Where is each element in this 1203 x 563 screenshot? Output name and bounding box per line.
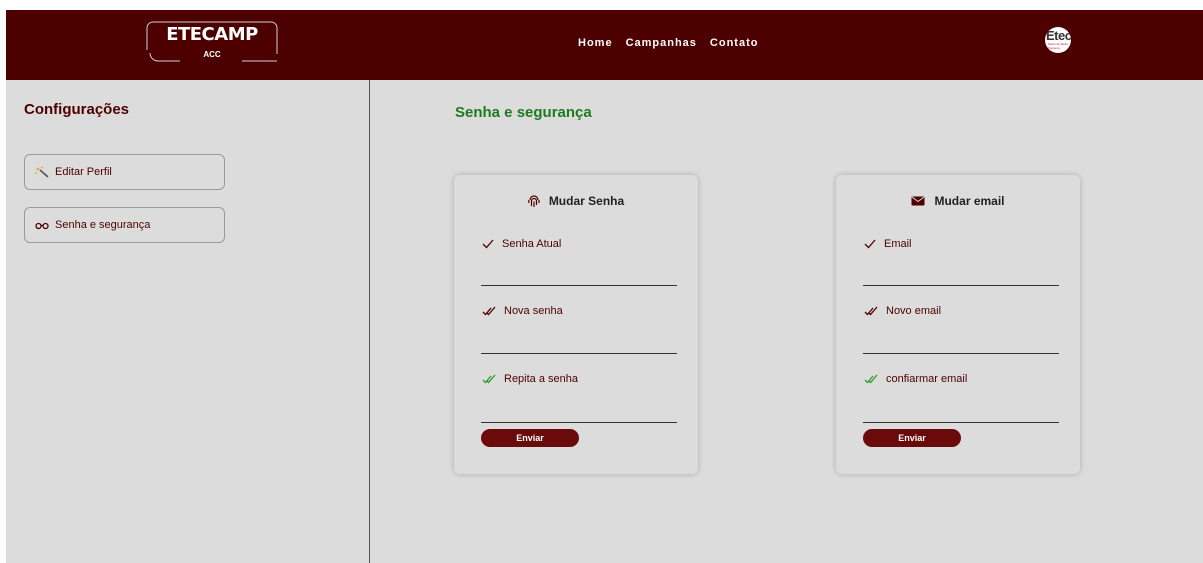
field-label-novo-email: Novo email [864,305,941,317]
etec-logo-avatar[interactable]: Etec Saulo de Mello Fonseca [1045,27,1071,53]
logo[interactable]: ETECAMP ACC [145,20,279,65]
nav-home[interactable]: Home [578,37,613,49]
change-password-card: Mudar Senha Senha Atual Nova senha Repit… [454,175,698,474]
double-check-icon [864,306,878,316]
send-email-button[interactable]: Enviar [863,429,961,447]
field-label-text: Novo email [886,305,942,317]
page-title: Senha e segurança [455,104,592,121]
etec-logo-text: Etec [1046,28,1071,43]
fingerprint-icon [527,194,540,207]
sidebar-item-label: Senha e segurança [55,219,151,231]
main-nav: Home Campanhas Contato [578,37,758,49]
field-label-repita-senha: Repita a senha [482,373,578,385]
sidebar-item-editar-perfil[interactable]: Editar Perfil [24,154,225,190]
current-password-input[interactable] [481,262,677,286]
field-label-text: confiarmar email [886,373,968,385]
check-icon [864,239,876,249]
field-label-text: Nova senha [504,305,563,317]
new-password-input[interactable] [481,330,677,354]
double-check-icon [482,306,496,316]
sidebar-title: Configurações [24,101,130,118]
etec-logo-subtext: Saulo de Mello Fonseca [1048,42,1068,50]
card-title: Mudar Senha [548,194,625,208]
current-email-input[interactable] [863,262,1059,286]
envelope-icon [911,196,925,206]
card-header: Mudar Senha [454,194,698,208]
field-label-senha-atual: Senha Atual [482,238,561,250]
field-label-text: Email [884,238,912,250]
settings-sidebar: Configurações Editar Perfil Senha e segu… [6,80,370,563]
magic-wand-icon [35,166,49,178]
app-frame: ETECAMP ACC Home Campanhas Contato Etec … [6,10,1203,563]
field-label-text: Senha Atual [502,238,562,250]
new-email-input[interactable] [863,330,1059,354]
field-label-confirmar-email: confiarmar email [864,373,967,385]
logo-subtitle: ACC [203,50,221,59]
repeat-password-input[interactable] [481,399,677,423]
send-password-button[interactable]: Enviar [481,429,579,447]
double-check-green-icon [482,374,496,384]
field-label-email: Email [864,238,912,250]
card-header: Mudar email [836,194,1080,208]
sidebar-item-label: Editar Perfil [55,166,112,178]
field-label-nova-senha: Nova senha [482,305,563,317]
nav-contato[interactable]: Contato [710,37,759,49]
double-check-green-icon [864,374,878,384]
sidebar-item-senha-seguranca[interactable]: Senha e segurança [24,207,225,243]
change-email-card: Mudar email Email Novo email confiarmar … [836,175,1080,474]
logo-title: ETECAMP [166,24,258,45]
top-navbar: ETECAMP ACC Home Campanhas Contato Etec … [6,10,1203,80]
glasses-icon [35,222,49,230]
card-title: Mudar email [934,194,1005,208]
check-icon [482,239,494,249]
confirm-email-input[interactable] [863,399,1059,423]
field-label-text: Repita a senha [504,373,578,385]
nav-campanhas[interactable]: Campanhas [626,37,697,49]
